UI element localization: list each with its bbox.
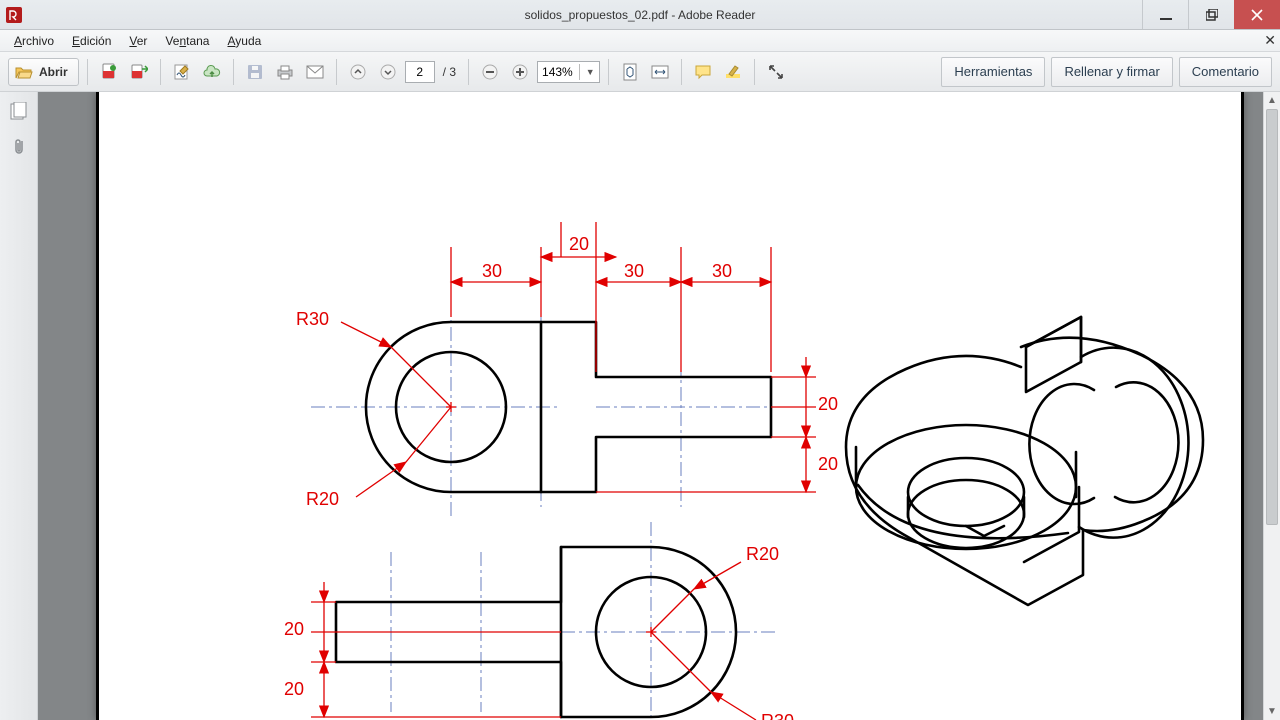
close-button[interactable] — [1234, 0, 1280, 29]
menu-archivo[interactable]: Archivo — [6, 32, 62, 50]
app-icon — [6, 7, 22, 23]
cloud-button[interactable] — [199, 59, 225, 85]
dim-top-4: 30 — [712, 261, 732, 281]
menu-ventana[interactable]: Ventana — [157, 32, 217, 50]
attachments-button[interactable] — [8, 136, 30, 158]
save-button[interactable] — [242, 59, 268, 85]
zoom-in-button[interactable] — [507, 59, 533, 85]
dim-top-3: 30 — [624, 261, 644, 281]
separator — [681, 59, 682, 85]
dim-bot-h1: 20 — [284, 619, 304, 639]
dim-bot-r20: R20 — [746, 544, 779, 564]
fill-sign-panel-button[interactable]: Rellenar y firmar — [1051, 57, 1172, 87]
pdf-page: 30 20 30 30 — [96, 92, 1244, 720]
page-down-button[interactable] — [375, 59, 401, 85]
navigation-sidebar — [0, 92, 38, 720]
comment-bubble-button[interactable] — [690, 59, 716, 85]
isometric-view — [846, 317, 1203, 605]
toolbar: Abrir / 3 143% ▼ Herramientas Rellenar y… — [0, 52, 1280, 92]
separator — [754, 59, 755, 85]
scroll-track[interactable] — [1264, 109, 1280, 703]
dim-top-1: 30 — [482, 261, 502, 281]
dim-top-h1: 20 — [818, 394, 838, 414]
open-label: Abrir — [39, 65, 68, 79]
folder-open-icon — [15, 64, 33, 80]
highlight-button[interactable] — [720, 59, 746, 85]
menubar: Archivo Edición Ver Ventana Ayuda — [0, 30, 1280, 52]
maximize-button[interactable] — [1188, 0, 1234, 29]
separator — [336, 59, 337, 85]
page-total-label: / 3 — [439, 65, 460, 79]
technical-drawing: 30 20 30 30 — [96, 92, 1244, 720]
scroll-down-button[interactable]: ▼ — [1264, 703, 1280, 720]
zoom-out-button[interactable] — [477, 59, 503, 85]
menu-ver[interactable]: Ver — [121, 32, 155, 50]
scroll-up-button[interactable]: ▲ — [1264, 92, 1280, 109]
dim-top-r20: R20 — [306, 489, 339, 509]
vertical-scrollbar[interactable]: ▲ ▼ — [1263, 92, 1280, 720]
zoom-select[interactable]: 143% ▼ — [537, 61, 600, 83]
export-pdf-button[interactable] — [126, 59, 152, 85]
thumbnails-button[interactable] — [8, 100, 30, 122]
comment-panel-button[interactable]: Comentario — [1179, 57, 1272, 87]
separator — [87, 59, 88, 85]
menu-ayuda[interactable]: Ayuda — [219, 32, 269, 50]
create-pdf-button[interactable] — [96, 59, 122, 85]
read-mode-button[interactable] — [763, 59, 789, 85]
page-number-input[interactable] — [405, 61, 435, 83]
window-title: solidos_propuestos_02.pdf - Adobe Reader — [0, 8, 1280, 22]
fit-width-button[interactable] — [647, 59, 673, 85]
dim-bot-r30: R30 — [761, 711, 794, 720]
minimize-button[interactable] — [1142, 0, 1188, 29]
chevron-down-icon: ▼ — [586, 67, 595, 77]
separator — [233, 59, 234, 85]
scroll-thumb[interactable] — [1266, 109, 1278, 525]
email-button[interactable] — [302, 59, 328, 85]
dim-top-h2: 20 — [818, 454, 838, 474]
fit-page-button[interactable] — [617, 59, 643, 85]
sign-button[interactable] — [169, 59, 195, 85]
separator — [608, 59, 609, 85]
separator — [468, 59, 469, 85]
document-viewport[interactable]: 30 20 30 30 — [38, 92, 1280, 720]
page-up-button[interactable] — [345, 59, 371, 85]
document-close-button[interactable]: ✕ — [1264, 32, 1276, 49]
menu-edicion[interactable]: Edición — [64, 32, 119, 50]
workspace: 30 20 30 30 — [0, 92, 1280, 720]
zoom-value: 143% — [542, 65, 573, 79]
separator — [160, 59, 161, 85]
open-button[interactable]: Abrir — [8, 58, 79, 86]
titlebar: solidos_propuestos_02.pdf - Adobe Reader — [0, 0, 1280, 30]
dim-bot-h2: 20 — [284, 679, 304, 699]
dim-top-2: 20 — [569, 234, 589, 254]
dim-top-r30: R30 — [296, 309, 329, 329]
print-button[interactable] — [272, 59, 298, 85]
tools-panel-button[interactable]: Herramientas — [941, 57, 1045, 87]
